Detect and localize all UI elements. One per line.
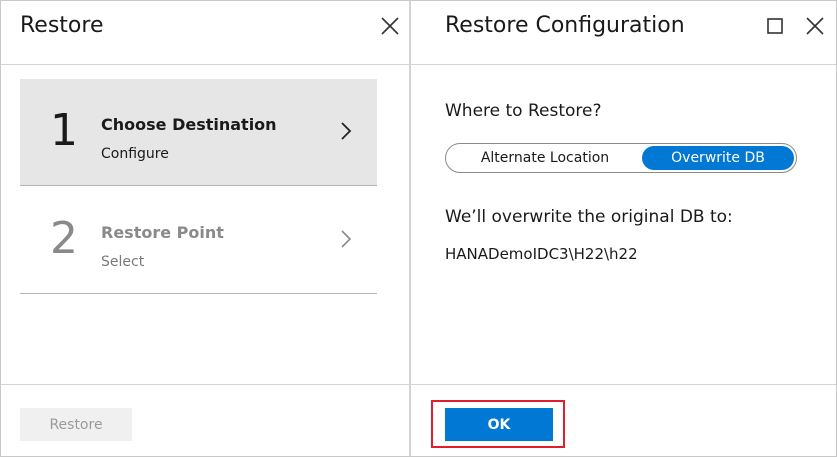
- option-alternate-location[interactable]: Alternate Location: [450, 146, 640, 170]
- option-overwrite-db[interactable]: Overwrite DB: [642, 146, 794, 170]
- restore-button[interactable]: Restore: [20, 408, 132, 441]
- restore-blade-title: Restore: [20, 13, 104, 38]
- close-icon[interactable]: [378, 14, 402, 38]
- step-number: 1: [50, 105, 78, 156]
- restore-blade: Restore 1 Choose Destination Configure 2…: [1, 1, 409, 456]
- step-choose-destination[interactable]: 1 Choose Destination Configure: [20, 79, 377, 185]
- chevron-right-icon: [341, 122, 352, 140]
- step-divider: [20, 185, 377, 186]
- step-subtitle: Configure: [101, 146, 169, 162]
- overwrite-message: We’ll overwrite the original DB to:: [445, 207, 733, 227]
- step-divider: [20, 293, 377, 294]
- ok-button[interactable]: OK: [445, 408, 553, 441]
- maximize-icon[interactable]: [763, 14, 787, 38]
- step-title: Restore Point: [101, 223, 224, 242]
- close-icon[interactable]: [803, 14, 827, 38]
- footer-divider: [1, 384, 409, 385]
- step-subtitle: Select: [101, 254, 145, 270]
- restore-configuration-title: Restore Configuration: [445, 13, 685, 38]
- restore-location-toggle: Alternate Location Overwrite DB: [445, 143, 797, 173]
- header-divider: [411, 64, 836, 65]
- header-divider: [1, 64, 409, 65]
- step-title: Choose Destination: [101, 115, 277, 134]
- chevron-right-icon: [341, 230, 352, 248]
- footer-divider: [411, 384, 836, 385]
- step-number: 2: [50, 213, 78, 264]
- where-to-restore-label: Where to Restore?: [445, 101, 602, 121]
- db-path: HANADemoIDC3\H22\h22: [445, 245, 638, 263]
- step-restore-point[interactable]: 2 Restore Point Select: [20, 187, 377, 293]
- restore-configuration-blade: Restore Configuration Where to Restore? …: [411, 1, 836, 456]
